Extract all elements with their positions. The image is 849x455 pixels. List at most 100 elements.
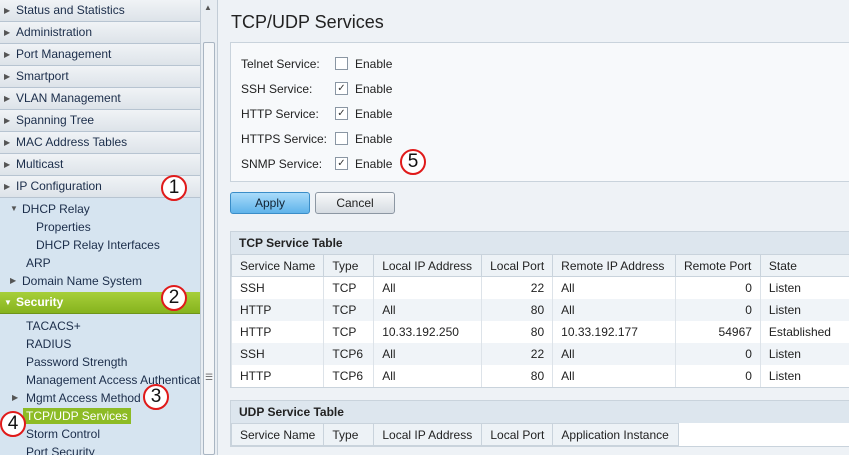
nav-spanning-tree[interactable]: ▶ Spanning Tree [0,110,200,132]
nav-tcp-udp-services[interactable]: TCP/UDP Services [0,407,200,425]
nav-smartport[interactable]: ▶ Smartport [0,66,200,88]
cell: Listen [759,298,849,321]
cell: SSH [230,276,324,299]
nav-label: Spanning Tree [16,113,95,127]
table-row: HTTP TCP All 80 All 0 Listen [230,298,849,321]
nav-dhcp-relay[interactable]: ▼ DHCP Relay [0,200,200,218]
service-label: Telnet Service: [241,57,320,71]
nav-label: Port Management [16,47,112,61]
nav-label: Port Security [26,445,95,455]
nav-label: Smartport [16,69,69,83]
expanded-arrow-icon: ▼ [4,298,12,307]
nav-vlan-management[interactable]: ▶ VLAN Management [0,88,200,110]
nav-arp[interactable]: ARP [0,254,200,272]
nav-mgmt-access-method[interactable]: ▶ Mgmt Access Method [0,389,200,407]
sidebar-scrollbar[interactable]: ▲ ☰ [200,0,218,455]
nav-multicast[interactable]: ▶ Multicast [0,154,200,176]
nav-status-statistics[interactable]: ▶ Status and Statistics [0,0,200,22]
nav-mac-address-tables[interactable]: ▶ MAC Address Tables [0,132,200,154]
https-enable-checkbox[interactable] [335,132,348,145]
cell: 80 [481,298,553,321]
cell: Listen [759,342,849,365]
nav-label: Properties [36,220,91,234]
table-row: HTTP TCP6 All 80 All 0 Listen [230,364,849,387]
enable-label: Enable [355,157,393,171]
table-row: SSH TCP All 22 All 0 Listen [230,276,849,299]
nav-password-strength[interactable]: Password Strength [0,353,200,371]
expanded-arrow-icon: ▼ [10,204,18,213]
nav-label: Password Strength [26,355,128,369]
nav-label: Security [16,295,64,309]
cell: All [552,364,676,387]
udp-service-table-panel: UDP Service Table Service Name Type Loca… [230,400,849,447]
nav-dhcp-properties[interactable]: Properties [0,218,200,236]
col-remote-ip: Remote IP Address [552,254,676,277]
cell: 80 [481,320,553,343]
nav-administration[interactable]: ▶ Administration [0,22,200,44]
callout-step-5: 5 [400,149,426,175]
collapsed-arrow-icon: ▶ [4,160,11,169]
http-enable-checkbox[interactable]: ✓ [335,107,348,120]
nav-label: DHCP Relay [22,202,90,216]
nav-label: Domain Name System [22,274,143,288]
callout-step-2: 2 [161,285,187,311]
service-label: HTTP Service: [241,107,319,121]
cell: SSH [230,342,324,365]
nav-label: Storm Control [26,427,101,441]
nav-storm-control[interactable]: Storm Control [0,425,200,443]
cell: HTTP [230,298,324,321]
cell: All [373,276,482,299]
cell: 0 [674,276,761,299]
col-local-port: Local Port [481,423,554,446]
collapsed-arrow-icon: ▶ [4,182,11,191]
nav-label: Multicast [16,157,64,171]
nav-label: Administration [16,25,93,39]
col-service-name: Service Name [230,254,325,277]
col-type: Type [323,254,375,277]
service-label: HTTPS Service: [241,132,328,146]
cell: 10.33.192.177 [552,320,676,343]
cancel-button[interactable]: Cancel [315,192,395,214]
scrollbar-thumb[interactable] [203,42,215,455]
telnet-enable-checkbox[interactable] [335,57,348,70]
nav-label: Status and Statistics [16,3,125,17]
nav-port-security[interactable]: Port Security [0,443,200,455]
enable-label: Enable [355,132,393,146]
cell: All [373,298,482,321]
col-application-instance: Application Instance [552,423,680,446]
callout-step-3: 3 [143,384,169,410]
cell: HTTP [230,320,324,343]
cell: All [552,276,676,299]
scroll-up-arrow-icon[interactable]: ▲ [204,3,212,12]
nav-label: Mgmt Access Method [26,391,141,405]
splitter-grip-icon[interactable]: ☰ [205,372,213,383]
udp-service-table: Service Name Type Local IP Address Local… [230,423,680,446]
apply-button[interactable]: Apply [230,192,310,214]
nav-port-management[interactable]: ▶ Port Management [0,44,200,66]
sidebar: ▶ Status and Statistics ▶ Administration ▶… [0,0,200,455]
table-header-row: Service Name Type Local IP Address Local… [230,423,680,446]
cell: Established [759,320,849,343]
collapsed-arrow-icon: ▶ [4,116,11,125]
nav-label: TCP/UDP Services [23,408,131,424]
cell: 0 [674,342,761,365]
service-label: SNMP Service: [241,157,323,171]
collapsed-arrow-icon: ▶ [4,72,11,81]
nav-label: ARP [26,256,51,270]
nav-dhcp-relay-interfaces[interactable]: DHCP Relay Interfaces [0,236,200,254]
cell: TCP6 [323,364,374,387]
collapsed-arrow-icon: ▶ [4,28,11,37]
nav-mgmt-access-auth[interactable]: Management Access Authentication [0,371,200,389]
nav-tacacs[interactable]: TACACS+ [0,317,200,335]
ssh-enable-checkbox[interactable]: ✓ [335,82,348,95]
snmp-enable-checkbox[interactable]: ✓ [335,157,348,170]
nav-radius[interactable]: RADIUS [0,335,200,353]
callout-step-1: 1 [161,175,187,201]
table-row: SSH TCP6 All 22 All 0 Listen [230,342,849,365]
tcp-service-table-panel: TCP Service Table Service Name Type Loca… [230,231,849,388]
enable-label: Enable [355,82,393,96]
nav-label: DHCP Relay Interfaces [36,238,160,252]
udp-table-title: UDP Service Table [231,401,849,423]
col-local-ip: Local IP Address [373,254,483,277]
collapsed-arrow-icon: ▶ [4,138,11,147]
